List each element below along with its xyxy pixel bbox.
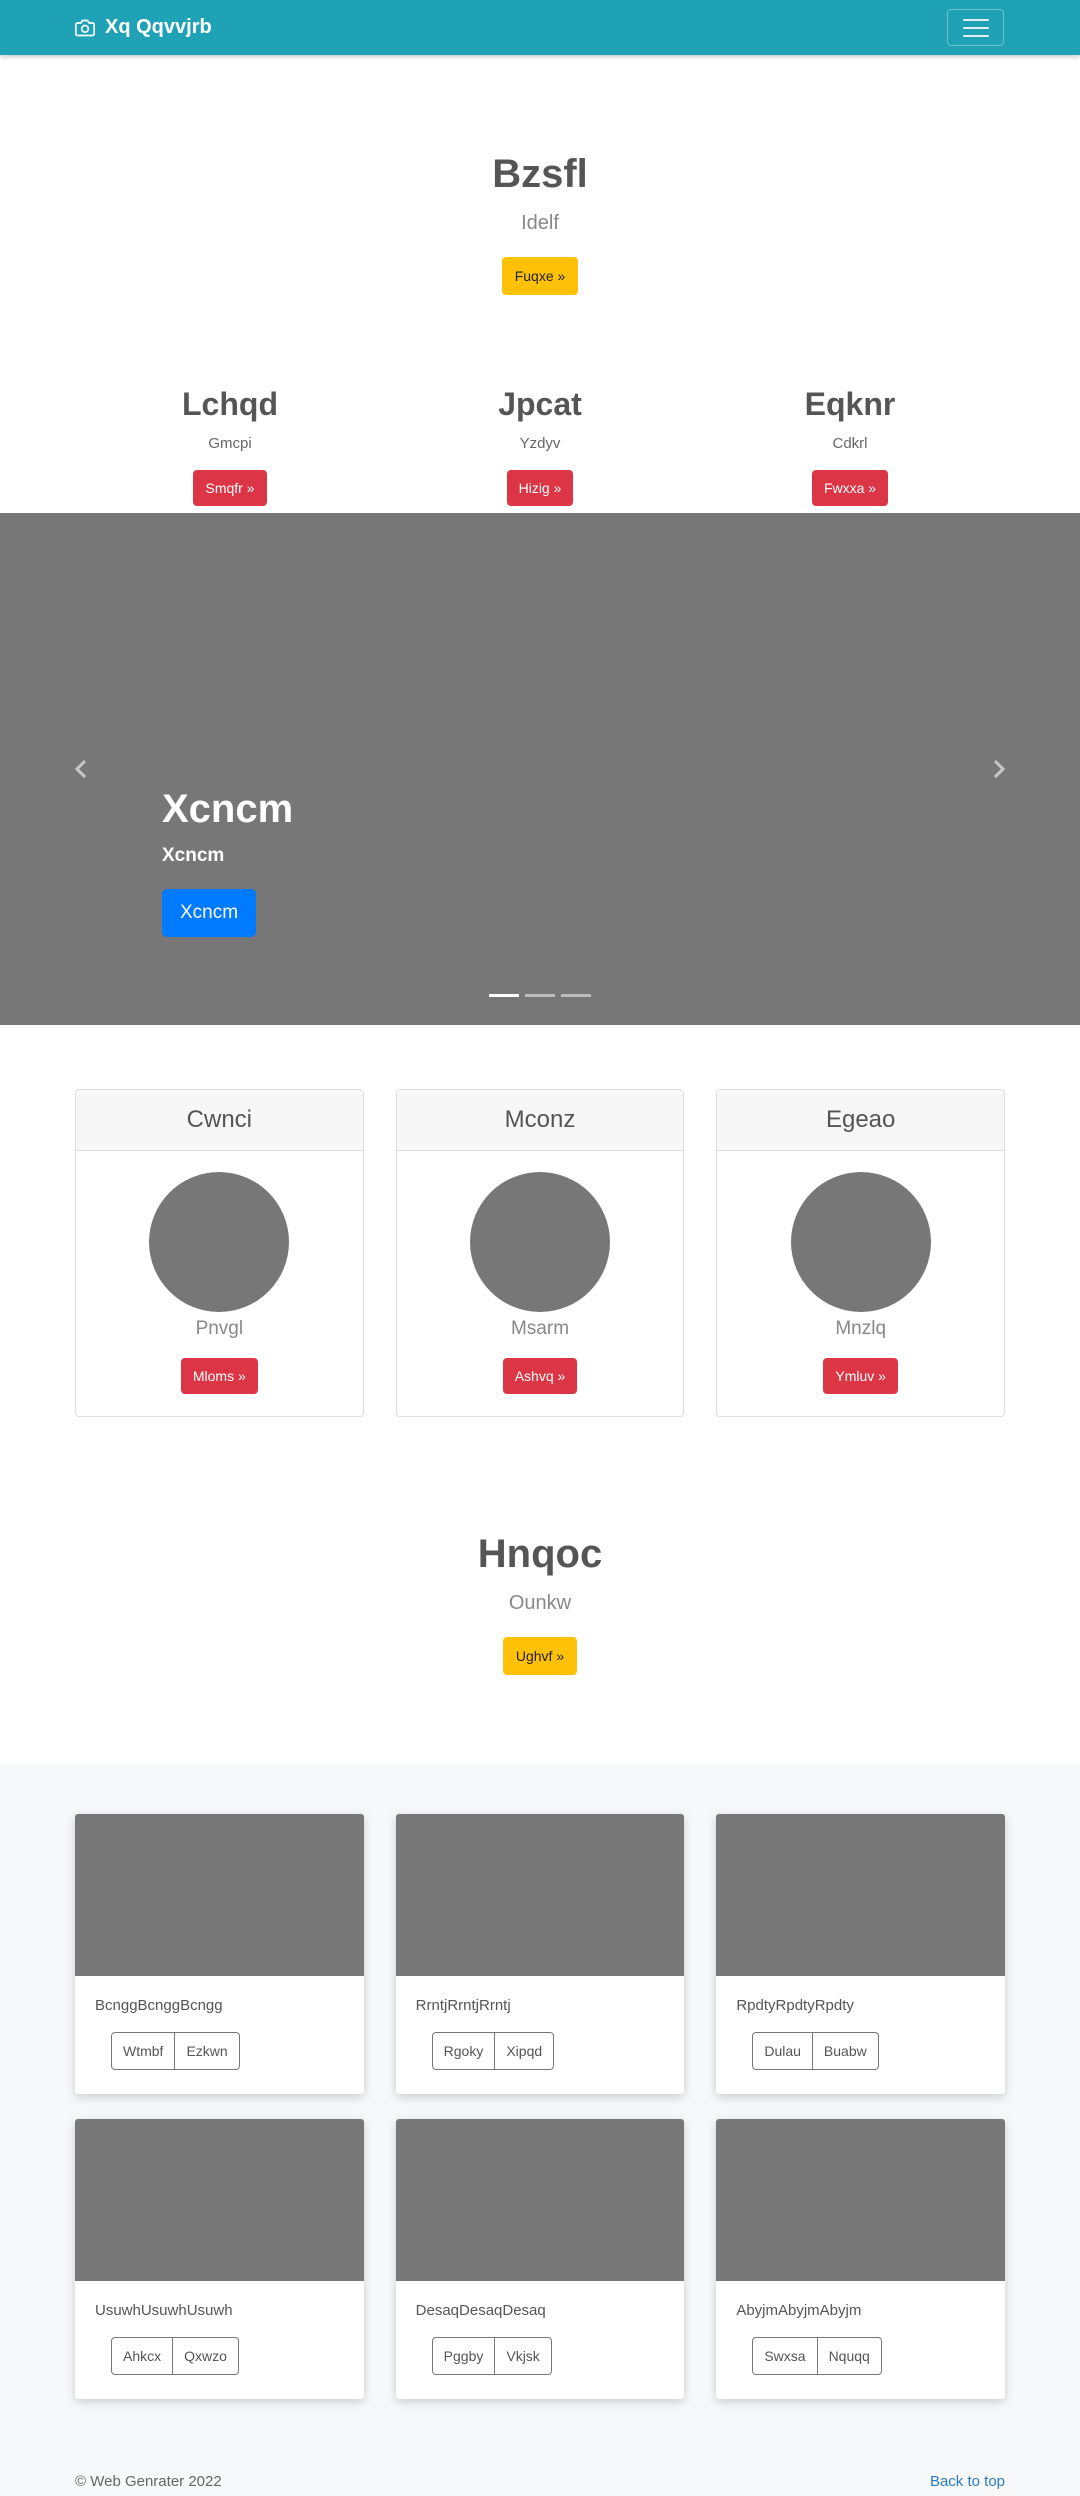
feature-column: Eqknr Cdkrl Fwxxa »	[695, 385, 1005, 507]
profile-card-header: Cwnci	[76, 1090, 363, 1151]
album-card: RrntjRrntjRrntj Rgoky Xipqd	[395, 1814, 685, 2094]
feature-button[interactable]: Smqfr »	[193, 470, 267, 507]
profile-card-header: Mconz	[396, 1090, 684, 1151]
card-button-1[interactable]: Wtmbf	[111, 2032, 176, 2070]
album-card: UsuwhUsuwhUsuwh Ahkcx Qxwzo	[75, 2119, 364, 2399]
card-text: UsuwhUsuwhUsuwh	[95, 2302, 233, 2319]
thumbnail-image	[716, 2119, 1005, 2281]
feature-columns: Lchqd Gmcpi Smqfr » Jpcat Yzdyv Hizig » …	[75, 385, 1005, 507]
hero-title: Bzsfl	[492, 152, 588, 196]
card-button-1[interactable]: Rgoky	[431, 2032, 496, 2070]
brand-label: Xq Qqvvjrb	[105, 16, 212, 38]
carousel-text: Xcncm	[162, 845, 225, 866]
hero-title: Hnqoc	[477, 1532, 603, 1576]
feature-title: Lchqd	[182, 386, 278, 422]
profile-name: Pnvgl	[195, 1318, 244, 1339]
card-text: AbyjmAbyjmAbyjm	[736, 2302, 862, 2319]
card-button-2[interactable]: Nquqq	[817, 2337, 882, 2375]
thumbnail-image	[75, 2119, 364, 2281]
carousel-indicator[interactable]	[525, 994, 555, 997]
album-card: BcnggBcnggBcngg Wtmbf Ezkwn	[75, 1814, 364, 2094]
album-card: DesaqDesaqDesaq Pggby Vkjsk	[395, 2119, 685, 2399]
navbar-toggler-button[interactable]	[947, 9, 1004, 46]
profile-name: Msarm	[510, 1318, 570, 1339]
carousel-indicator[interactable]	[489, 994, 519, 997]
card-button-1[interactable]: Swxsa	[752, 2337, 818, 2375]
album-card: AbyjmAbyjmAbyjm Swxsa Nquqq	[716, 2119, 1005, 2399]
profile-card: Mconz Msarm Ashvq »	[395, 1089, 685, 1417]
profile-cards: Cwnci Pnvgl Mloms » Mconz Msarm Ashvq » …	[75, 1089, 1006, 1417]
thumbnail-image	[716, 1814, 1005, 1976]
thumbnail-image	[395, 2119, 685, 2281]
feature-button[interactable]: Hizig »	[506, 470, 574, 507]
card-button-group: Rgoky Xipqd	[431, 2032, 555, 2070]
card-button-group: Dulau Buabw	[752, 2032, 879, 2070]
album-grid: BcnggBcnggBcngg Wtmbf Ezkwn RrntjRrntjRr…	[75, 1814, 1005, 2399]
card-button-2[interactable]: Qxwzo	[173, 2337, 239, 2375]
feature-column: Jpcat Yzdyv Hizig »	[385, 385, 695, 507]
thumbnail-image	[75, 1814, 364, 1976]
card-text: DesaqDesaqDesaq	[415, 2302, 546, 2319]
hero-section-1: Bzsfl Idelf Fuqxe »	[0, 150, 1080, 295]
card-button-2[interactable]: Buabw	[812, 2032, 879, 2070]
chevron-right-icon[interactable]	[988, 758, 1010, 780]
card-button-group: Wtmbf Ezkwn	[111, 2032, 240, 2070]
feature-text: Yzdyv	[519, 435, 561, 453]
card-text: RrntjRrntjRrntj	[415, 1997, 511, 2014]
hamburger-icon	[962, 18, 989, 21]
feature-text: Cdkrl	[832, 435, 868, 453]
thumbnail-image	[395, 1814, 685, 1976]
carousel-indicators	[489, 994, 591, 997]
card-button-2[interactable]: Vkjsk	[495, 2337, 552, 2375]
avatar	[149, 1172, 290, 1312]
back-to-top-link[interactable]: Back to top	[930, 2473, 1005, 2490]
card-button-2[interactable]: Ezkwn	[175, 2032, 240, 2070]
card-button-group: Pggby Vkjsk	[431, 2337, 552, 2375]
carousel-indicator[interactable]	[561, 994, 591, 997]
hero-button[interactable]: Ughvf »	[502, 1637, 578, 1675]
card-text: BcnggBcnggBcngg	[95, 1997, 223, 2014]
navbar: Xq Qqvvjrb	[0, 0, 1080, 55]
carousel: Xcncm Xcncm Xcncm	[0, 513, 1080, 1025]
card-button-1[interactable]: Pggby	[431, 2337, 496, 2375]
profile-button[interactable]: Mloms »	[180, 1358, 258, 1394]
profile-button[interactable]: Ymluv »	[823, 1358, 898, 1394]
hero-subtitle: Ounkw	[508, 1592, 572, 1614]
chevron-left-icon[interactable]	[70, 758, 92, 780]
album-card: RpdtyRpdtyRpdty Dulau Buabw	[716, 1814, 1005, 2094]
feature-column: Lchqd Gmcpi Smqfr »	[75, 385, 385, 507]
avatar	[790, 1172, 931, 1312]
profile-card: Egeao Mnzlq Ymluv »	[716, 1089, 1006, 1417]
album-section: BcnggBcnggBcngg Wtmbf Ezkwn RrntjRrntjRr…	[0, 1765, 1080, 2496]
camera-icon	[75, 19, 95, 36]
card-button-1[interactable]: Ahkcx	[111, 2337, 174, 2375]
avatar	[470, 1172, 610, 1312]
footer-copyright: © Web Genrater 2022	[75, 2473, 222, 2490]
card-button-2[interactable]: Xipqd	[495, 2032, 555, 2070]
feature-text: Gmcpi	[208, 435, 252, 453]
hero-subtitle: Idelf	[521, 212, 559, 234]
feature-title: Eqknr	[804, 386, 896, 422]
profile-card: Cwnci Pnvgl Mloms »	[75, 1089, 364, 1417]
card-button-group: Ahkcx Qxwzo	[111, 2337, 239, 2375]
feature-title: Jpcat	[498, 386, 582, 422]
hero-section-2: Hnqoc Ounkw Ughvf »	[0, 1530, 1080, 1675]
card-button-group: Swxsa Nquqq	[752, 2337, 882, 2375]
carousel-caption: Xcncm Xcncm Xcncm	[162, 785, 293, 937]
navbar-brand[interactable]: Xq Qqvvjrb	[75, 0, 212, 55]
hero-button[interactable]: Fuqxe »	[501, 257, 579, 295]
carousel-button[interactable]: Xcncm	[162, 889, 257, 937]
card-button-1[interactable]: Dulau	[752, 2032, 813, 2070]
carousel-heading: Xcncm	[162, 787, 294, 831]
profile-card-header: Egeao	[717, 1090, 1005, 1151]
card-text: RpdtyRpdtyRpdty	[736, 1997, 854, 2014]
profile-name: Mnzlq	[835, 1318, 887, 1339]
feature-button[interactable]: Fwxxa »	[811, 470, 889, 507]
profile-button[interactable]: Ashvq »	[502, 1358, 578, 1394]
